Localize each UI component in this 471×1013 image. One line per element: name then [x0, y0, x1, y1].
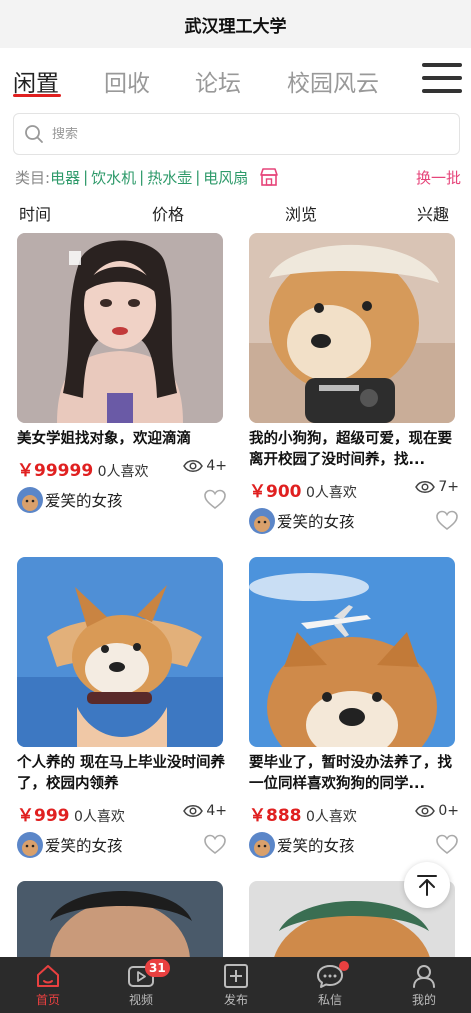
nav-label: 首页 — [35, 993, 60, 1007]
seller-row[interactable]: 爱笑的女孩 — [249, 832, 459, 858]
category-item[interactable]: 电器 — [50, 167, 80, 188]
view-count-value: 4+ — [206, 803, 227, 819]
sort-views[interactable]: 浏览 — [285, 201, 317, 225]
avatar[interactable] — [17, 487, 43, 513]
heart-icon[interactable] — [203, 488, 227, 512]
heart-icon[interactable] — [435, 509, 459, 533]
search-input[interactable] — [52, 126, 432, 142]
product-photo[interactable] — [17, 557, 223, 747]
plus-icon — [224, 964, 248, 988]
product-description: 要毕业了，暂时没办法养了，找一位同样喜欢狗狗的同学... — [249, 755, 452, 792]
nav-profile[interactable]: 我的 — [384, 957, 464, 1013]
nav-video[interactable]: 31 视频 — [101, 957, 181, 1013]
heart-icon[interactable] — [203, 833, 227, 857]
category-separator: | — [195, 168, 201, 186]
nav-publish[interactable]: 发布 — [196, 957, 276, 1013]
eye-icon — [415, 805, 436, 817]
view-count-value: 4+ — [206, 458, 227, 474]
product-photo[interactable] — [17, 233, 223, 423]
category-label: 类目: — [15, 168, 51, 187]
category-separator: | — [139, 168, 145, 186]
view-count: 4+ — [183, 458, 227, 474]
heart-icon[interactable] — [435, 833, 459, 857]
nav-label: 发布 — [223, 993, 248, 1007]
shop-icon[interactable] — [258, 166, 280, 188]
like-count: 0人喜欢 — [305, 485, 357, 501]
eye-icon — [183, 805, 204, 817]
app-title: 武汉理工大学 — [0, 0, 471, 48]
category-item[interactable]: 热水壶 — [147, 167, 192, 188]
like-count: 0人喜欢 — [73, 809, 125, 825]
tab-campus-news[interactable]: 校园风云 — [287, 64, 379, 98]
nav-label: 私信 — [317, 993, 342, 1007]
eye-icon — [415, 481, 436, 493]
product-meta: ￥99999 0人喜欢 4+ — [17, 456, 227, 481]
product-price: ￥99999 — [17, 461, 94, 481]
seller-name[interactable]: 爱笑的女孩 — [277, 834, 355, 856]
seller-name[interactable]: 爱笑的女孩 — [45, 489, 123, 511]
like-count: 0人喜欢 — [305, 809, 357, 825]
product-meta: ￥900 0人喜欢 7+ — [249, 477, 459, 502]
product-card[interactable]: 我的小狗狗，超级可爱，现在要离开校园了没时间养，找... ￥900 0人喜欢 7… — [249, 233, 459, 534]
product-price: ￥888 — [249, 806, 302, 826]
seller-name[interactable]: 爱笑的女孩 — [277, 510, 355, 532]
sort-interest[interactable]: 兴趣 — [417, 201, 449, 225]
swap-batch-button[interactable]: 换一批 — [416, 167, 461, 188]
seller-row[interactable]: 爱笑的女孩 — [249, 508, 459, 534]
active-tab-indicator — [13, 94, 61, 97]
person-icon — [413, 965, 435, 988]
nav-home[interactable]: 首页 — [8, 957, 88, 1013]
view-count: 7+ — [415, 479, 459, 495]
like-count: 0人喜欢 — [97, 464, 149, 480]
bottom-nav: 首页 31 视频 发布 私信 我的 — [0, 957, 471, 1013]
tab-forum[interactable]: 论坛 — [195, 64, 241, 98]
product-price: ￥900 — [249, 482, 302, 502]
view-count-value: 0+ — [438, 803, 459, 819]
avatar[interactable] — [249, 508, 275, 534]
product-card[interactable]: 美女学姐找对象，欢迎滴滴 ￥99999 0人喜欢 4+ 爱笑的女孩 — [17, 233, 227, 513]
product-photo[interactable] — [249, 233, 455, 423]
nav-label: 我的 — [411, 993, 436, 1007]
product-description: 我的小狗狗，超级可爱，现在要离开校园了没时间养，找... — [249, 431, 452, 468]
product-card[interactable]: 要毕业了，暂时没办法养了，找一位同样喜欢狗狗的同学... ￥888 0人喜欢 0… — [249, 557, 459, 858]
seller-name[interactable]: 爱笑的女孩 — [45, 834, 123, 856]
sort-row: 时间 价格 浏览 兴趣 — [0, 201, 471, 225]
view-count-value: 7+ — [438, 479, 459, 495]
nav-messages[interactable]: 私信 — [290, 957, 370, 1013]
product-photo[interactable] — [249, 557, 455, 747]
category-item[interactable]: 电风扇 — [203, 167, 248, 188]
product-description: 个人养的 现在马上毕业没时间养了，校园内领养 — [17, 755, 226, 792]
nav-label: 视频 — [128, 993, 153, 1007]
back-to-top-button[interactable] — [404, 862, 450, 908]
view-count: 0+ — [415, 803, 459, 819]
product-description: 美女学姐找对象，欢迎滴滴 — [17, 431, 191, 447]
category-separator: | — [83, 168, 89, 186]
category-row: 类目: 电器 | 饮水机 | 热水壶 | 电风扇 换一批 — [15, 165, 461, 189]
avatar[interactable] — [17, 832, 43, 858]
sort-time[interactable]: 时间 — [19, 201, 51, 225]
product-meta: ￥888 0人喜欢 0+ — [249, 801, 459, 826]
product-price: ￥999 — [17, 806, 70, 826]
product-photo[interactable] — [17, 881, 223, 957]
sort-price[interactable]: 价格 — [152, 201, 184, 225]
avatar[interactable] — [249, 832, 275, 858]
menu-icon[interactable] — [422, 62, 462, 94]
product-meta: ￥999 0人喜欢 4+ — [17, 801, 227, 826]
product-card[interactable]: 个人养的 现在马上毕业没时间养了，校园内领养 ￥999 0人喜欢 4+ 爱笑的女… — [17, 557, 227, 858]
search-bar[interactable] — [13, 113, 460, 155]
category-item[interactable]: 饮水机 — [91, 167, 136, 188]
unread-dot — [339, 961, 349, 971]
arrow-up-icon — [417, 875, 437, 896]
home-icon — [37, 965, 59, 987]
tab-idle[interactable]: 闲置 — [13, 64, 59, 98]
notification-badge: 31 — [145, 959, 170, 977]
search-icon — [25, 125, 43, 143]
seller-row[interactable]: 爱笑的女孩 — [17, 487, 227, 513]
tab-recycle[interactable]: 回收 — [104, 64, 150, 98]
view-count: 4+ — [183, 803, 227, 819]
seller-row[interactable]: 爱笑的女孩 — [17, 832, 227, 858]
eye-icon — [183, 460, 204, 472]
top-tabs: 闲置 回收 论坛 校园风云 — [0, 54, 471, 104]
